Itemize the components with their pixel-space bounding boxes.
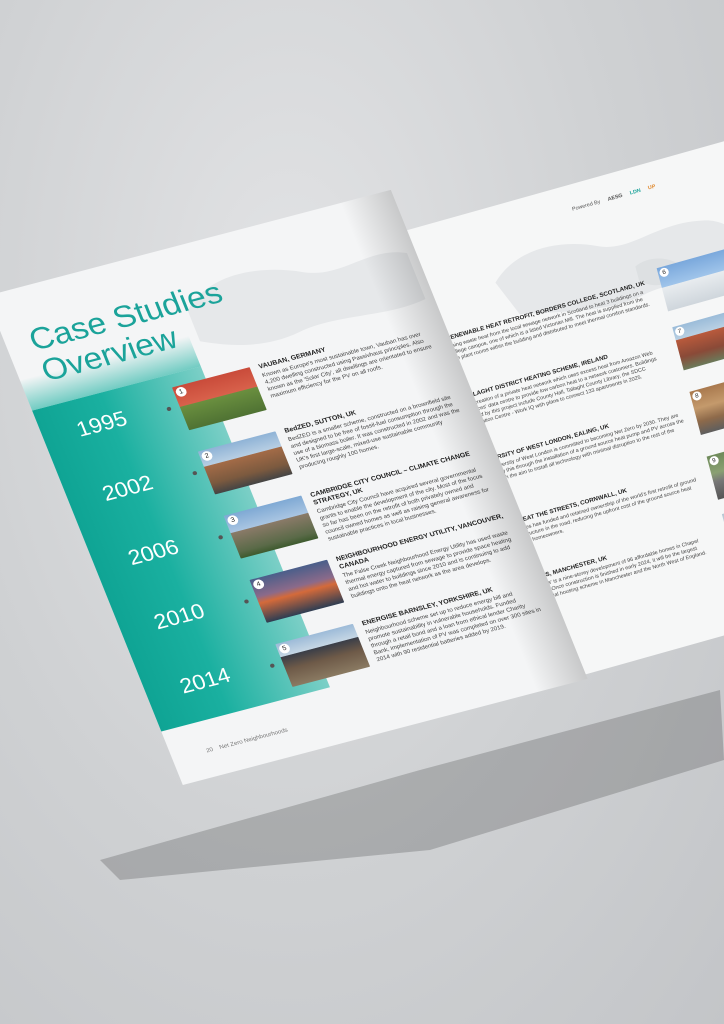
footer-text: Net Zero Neighbourhoods bbox=[218, 727, 289, 751]
left-page-wrapper: Case Studies Overview 1995 2002 2006 201… bbox=[0, 0, 724, 1024]
case-number-badge: 2 bbox=[200, 450, 214, 462]
case-number-badge: 5 bbox=[277, 642, 292, 655]
case-number-badge: 1 bbox=[174, 385, 189, 398]
page-number: 20 bbox=[205, 746, 215, 755]
page-footer: 20 Net Zero Neighbourhoods bbox=[205, 727, 288, 754]
left-page: Case Studies Overview 1995 2002 2006 201… bbox=[0, 189, 588, 786]
case-number-badge: 3 bbox=[225, 514, 240, 527]
case-number-badge: 4 bbox=[251, 578, 266, 591]
